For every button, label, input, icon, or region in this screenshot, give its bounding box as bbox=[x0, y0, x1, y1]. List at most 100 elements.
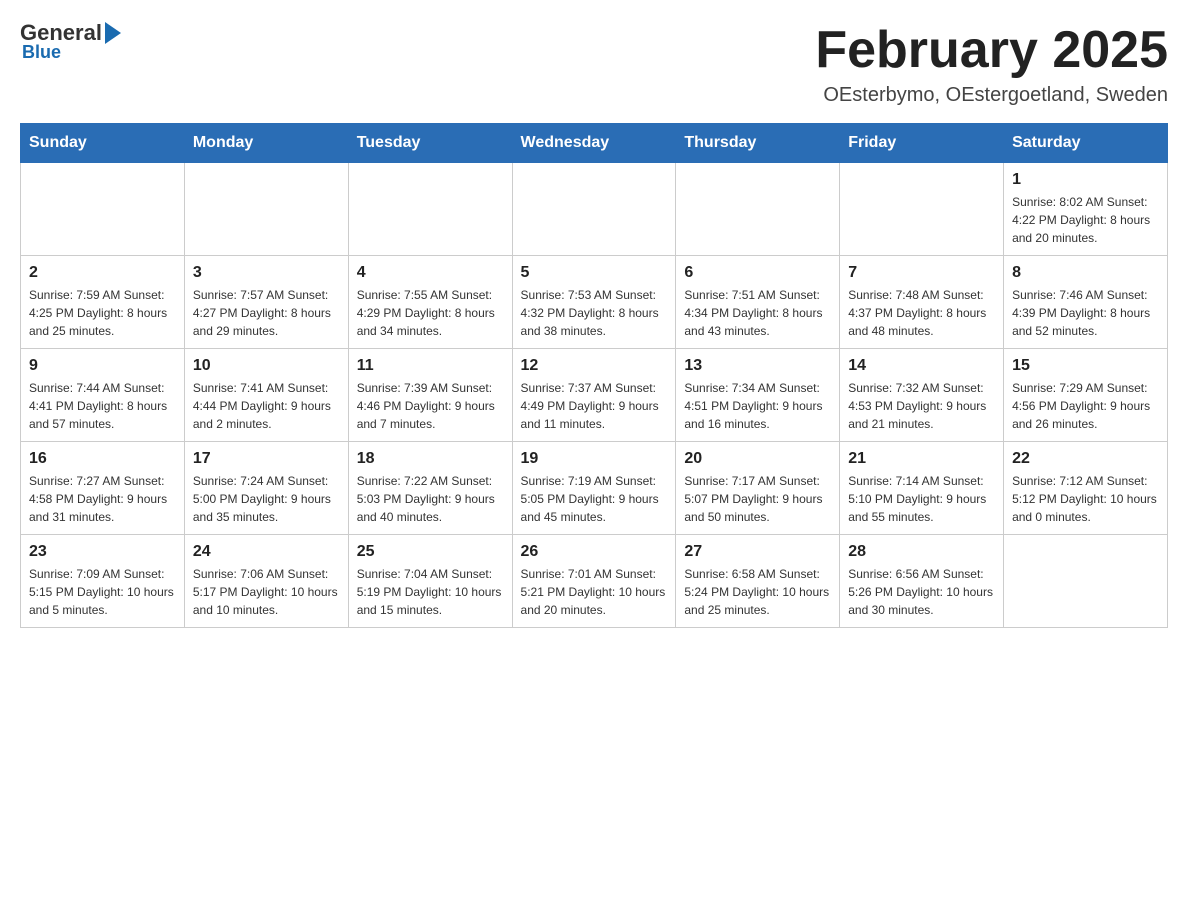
day-info: Sunrise: 7:55 AM Sunset: 4:29 PM Dayligh… bbox=[357, 286, 504, 340]
calendar-day-cell: 19 Sunrise: 7:19 AM Sunset: 5:05 PM Dayli… bbox=[512, 442, 676, 535]
day-info: Sunrise: 7:59 AM Sunset: 4:25 PM Dayligh… bbox=[29, 286, 176, 340]
day-number: 1 bbox=[1012, 171, 1159, 189]
calendar-day-cell: 17 Sunrise: 7:24 AM Sunset: 5:00 PM Dayli… bbox=[184, 442, 348, 535]
calendar-day-cell: 20 Sunrise: 7:17 AM Sunset: 5:07 PM Dayli… bbox=[676, 442, 840, 535]
day-number: 8 bbox=[1012, 264, 1159, 282]
calendar-week-row: 9 Sunrise: 7:44 AM Sunset: 4:41 PM Daylig… bbox=[21, 349, 1168, 442]
day-info: Sunrise: 7:34 AM Sunset: 4:51 PM Dayligh… bbox=[684, 379, 831, 433]
day-info: Sunrise: 7:44 AM Sunset: 4:41 PM Dayligh… bbox=[29, 379, 176, 433]
logo: General Blue bbox=[20, 20, 121, 63]
day-number: 24 bbox=[193, 543, 340, 561]
calendar-table: Sunday Monday Tuesday Wednesday Thursday… bbox=[20, 123, 1168, 628]
day-number: 22 bbox=[1012, 450, 1159, 468]
day-number: 18 bbox=[357, 450, 504, 468]
calendar-day-cell: 12 Sunrise: 7:37 AM Sunset: 4:49 PM Dayli… bbox=[512, 349, 676, 442]
calendar-day-cell: 27 Sunrise: 6:58 AM Sunset: 5:24 PM Dayli… bbox=[676, 535, 840, 628]
calendar-day-cell: 6 Sunrise: 7:51 AM Sunset: 4:34 PM Daylig… bbox=[676, 256, 840, 349]
calendar-day-cell bbox=[184, 163, 348, 256]
calendar-day-cell: 1 Sunrise: 8:02 AM Sunset: 4:22 PM Daylig… bbox=[1004, 163, 1168, 256]
day-number: 21 bbox=[848, 450, 995, 468]
calendar-day-cell bbox=[21, 163, 185, 256]
day-number: 13 bbox=[684, 357, 831, 375]
calendar-week-row: 16Sunrise: 7:27 AM Sunset: 4:58 PM Dayli… bbox=[21, 442, 1168, 535]
day-info: Sunrise: 7:27 AM Sunset: 4:58 PM Dayligh… bbox=[29, 472, 176, 526]
col-saturday: Saturday bbox=[1004, 124, 1168, 163]
logo-text-blue: Blue bbox=[22, 42, 61, 63]
day-info: Sunrise: 7:53 AM Sunset: 4:32 PM Dayligh… bbox=[521, 286, 668, 340]
day-number: 17 bbox=[193, 450, 340, 468]
calendar-day-cell bbox=[348, 163, 512, 256]
calendar-day-cell: 13 Sunrise: 7:34 AM Sunset: 4:51 PM Dayli… bbox=[676, 349, 840, 442]
calendar-day-cell bbox=[840, 163, 1004, 256]
calendar-week-row: 1 Sunrise: 8:02 AM Sunset: 4:22 PM Daylig… bbox=[21, 163, 1168, 256]
day-number: 5 bbox=[521, 264, 668, 282]
calendar-day-cell: 11 Sunrise: 7:39 AM Sunset: 4:46 PM Dayli… bbox=[348, 349, 512, 442]
calendar-day-cell bbox=[676, 163, 840, 256]
calendar-day-cell: 22 Sunrise: 7:12 AM Sunset: 5:12 PM Dayli… bbox=[1004, 442, 1168, 535]
calendar-header-row: Sunday Monday Tuesday Wednesday Thursday… bbox=[21, 124, 1168, 163]
col-tuesday: Tuesday bbox=[348, 124, 512, 163]
day-info: Sunrise: 7:17 AM Sunset: 5:07 PM Dayligh… bbox=[684, 472, 831, 526]
location-title: OEsterbymo, OEstergoetland, Sweden bbox=[815, 84, 1168, 107]
calendar-day-cell: 5 Sunrise: 7:53 AM Sunset: 4:32 PM Daylig… bbox=[512, 256, 676, 349]
day-number: 19 bbox=[521, 450, 668, 468]
day-info: Sunrise: 7:12 AM Sunset: 5:12 PM Dayligh… bbox=[1012, 472, 1159, 526]
day-number: 2 bbox=[29, 264, 176, 282]
day-number: 3 bbox=[193, 264, 340, 282]
calendar-day-cell: 3 Sunrise: 7:57 AM Sunset: 4:27 PM Daylig… bbox=[184, 256, 348, 349]
day-number: 7 bbox=[848, 264, 995, 282]
day-info: Sunrise: 7:32 AM Sunset: 4:53 PM Dayligh… bbox=[848, 379, 995, 433]
calendar-day-cell: 18 Sunrise: 7:22 AM Sunset: 5:03 PM Dayli… bbox=[348, 442, 512, 535]
day-info: Sunrise: 7:19 AM Sunset: 5:05 PM Dayligh… bbox=[521, 472, 668, 526]
day-info: Sunrise: 7:09 AM Sunset: 5:15 PM Dayligh… bbox=[29, 565, 176, 619]
day-info: Sunrise: 7:41 AM Sunset: 4:44 PM Dayligh… bbox=[193, 379, 340, 433]
calendar-day-cell bbox=[1004, 535, 1168, 628]
page-header: General Blue February 2025 OEsterbymo, O… bbox=[20, 20, 1168, 107]
day-number: 10 bbox=[193, 357, 340, 375]
day-number: 20 bbox=[684, 450, 831, 468]
col-monday: Monday bbox=[184, 124, 348, 163]
col-friday: Friday bbox=[840, 124, 1004, 163]
day-info: Sunrise: 7:01 AM Sunset: 5:21 PM Dayligh… bbox=[521, 565, 668, 619]
day-number: 14 bbox=[848, 357, 995, 375]
calendar-day-cell: 23 Sunrise: 7:09 AM Sunset: 5:15 PM Dayli… bbox=[21, 535, 185, 628]
calendar-day-cell: 16Sunrise: 7:27 AM Sunset: 4:58 PM Dayli… bbox=[21, 442, 185, 535]
day-info: Sunrise: 7:22 AM Sunset: 5:03 PM Dayligh… bbox=[357, 472, 504, 526]
col-wednesday: Wednesday bbox=[512, 124, 676, 163]
calendar-day-cell: 26 Sunrise: 7:01 AM Sunset: 5:21 PM Dayli… bbox=[512, 535, 676, 628]
calendar-day-cell: 9 Sunrise: 7:44 AM Sunset: 4:41 PM Daylig… bbox=[21, 349, 185, 442]
calendar-day-cell: 2 Sunrise: 7:59 AM Sunset: 4:25 PM Daylig… bbox=[21, 256, 185, 349]
day-number: 9 bbox=[29, 357, 176, 375]
day-info: Sunrise: 7:46 AM Sunset: 4:39 PM Dayligh… bbox=[1012, 286, 1159, 340]
day-number: 23 bbox=[29, 543, 176, 561]
col-thursday: Thursday bbox=[676, 124, 840, 163]
day-number: 28 bbox=[848, 543, 995, 561]
day-number: 15 bbox=[1012, 357, 1159, 375]
day-info: Sunrise: 6:58 AM Sunset: 5:24 PM Dayligh… bbox=[684, 565, 831, 619]
logo-triangle-icon bbox=[105, 22, 121, 44]
day-number: 12 bbox=[521, 357, 668, 375]
day-info: Sunrise: 7:39 AM Sunset: 4:46 PM Dayligh… bbox=[357, 379, 504, 433]
calendar-day-cell: 15 Sunrise: 7:29 AM Sunset: 4:56 PM Dayli… bbox=[1004, 349, 1168, 442]
day-info: Sunrise: 7:14 AM Sunset: 5:10 PM Dayligh… bbox=[848, 472, 995, 526]
day-info: Sunrise: 6:56 AM Sunset: 5:26 PM Dayligh… bbox=[848, 565, 995, 619]
day-info: Sunrise: 7:29 AM Sunset: 4:56 PM Dayligh… bbox=[1012, 379, 1159, 433]
calendar-week-row: 23 Sunrise: 7:09 AM Sunset: 5:15 PM Dayli… bbox=[21, 535, 1168, 628]
day-info: Sunrise: 7:37 AM Sunset: 4:49 PM Dayligh… bbox=[521, 379, 668, 433]
day-info: Sunrise: 7:51 AM Sunset: 4:34 PM Dayligh… bbox=[684, 286, 831, 340]
calendar-day-cell: 10 Sunrise: 7:41 AM Sunset: 4:44 PM Dayli… bbox=[184, 349, 348, 442]
day-info: Sunrise: 7:24 AM Sunset: 5:00 PM Dayligh… bbox=[193, 472, 340, 526]
calendar-day-cell bbox=[512, 163, 676, 256]
day-number: 11 bbox=[357, 357, 504, 375]
calendar-day-cell: 24Sunrise: 7:06 AM Sunset: 5:17 PM Dayli… bbox=[184, 535, 348, 628]
day-info: Sunrise: 7:57 AM Sunset: 4:27 PM Dayligh… bbox=[193, 286, 340, 340]
day-info: Sunrise: 8:02 AM Sunset: 4:22 PM Dayligh… bbox=[1012, 193, 1159, 247]
calendar-day-cell: 4Sunrise: 7:55 AM Sunset: 4:29 PM Daylig… bbox=[348, 256, 512, 349]
day-number: 6 bbox=[684, 264, 831, 282]
day-number: 25 bbox=[357, 543, 504, 561]
day-number: 27 bbox=[684, 543, 831, 561]
calendar-week-row: 2 Sunrise: 7:59 AM Sunset: 4:25 PM Daylig… bbox=[21, 256, 1168, 349]
calendar-day-cell: 8 Sunrise: 7:46 AM Sunset: 4:39 PM Daylig… bbox=[1004, 256, 1168, 349]
col-sunday: Sunday bbox=[21, 124, 185, 163]
day-number: 26 bbox=[521, 543, 668, 561]
